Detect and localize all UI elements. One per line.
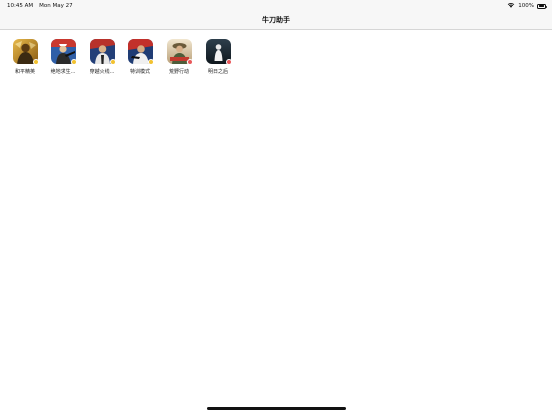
- game-icon-texun[interactable]: [127, 39, 154, 65]
- status-date: Mon May 27: [39, 3, 73, 9]
- app-tile[interactable]: 绝地求生...: [44, 39, 82, 75]
- status-badge: [70, 59, 77, 65]
- app-grid: 和平精英 绝地求生... 穿越火线... 特训模式 荒野行动 明日之后: [0, 39, 552, 79]
- status-badge: [225, 59, 232, 65]
- app-label: 明日之后: [207, 69, 228, 75]
- app-label: 和平精英: [14, 69, 35, 75]
- battery-fill: [538, 5, 545, 7]
- wifi-icon: [507, 2, 515, 10]
- status-badge: [186, 59, 193, 65]
- status-bar: 10:45 AM Mon May 27 100%: [0, 0, 552, 12]
- home-indicator[interactable]: [207, 407, 346, 410]
- page-title: 牛刀助手: [262, 16, 290, 24]
- status-right: 100%: [507, 2, 547, 10]
- game-icon-mingri[interactable]: [205, 39, 232, 65]
- app-tile[interactable]: 明日之后: [199, 39, 237, 75]
- app-tile[interactable]: 特训模式: [121, 39, 159, 75]
- status-left: 10:45 AM Mon May 27: [7, 3, 73, 9]
- game-icon-huangye[interactable]: [166, 39, 193, 65]
- game-icon-juedi[interactable]: [50, 39, 77, 65]
- battery-icon: [537, 3, 547, 9]
- app-label: 绝地求生...: [50, 69, 76, 75]
- app-label: 穿越火线...: [89, 69, 115, 75]
- app-label: 荒野行动: [168, 69, 189, 75]
- game-icon-heping[interactable]: [12, 39, 39, 65]
- status-time: 10:45 AM: [7, 3, 34, 9]
- app-tile[interactable]: 穿越火线...: [83, 39, 121, 75]
- status-badge: [147, 59, 154, 65]
- battery-percent: 100%: [518, 3, 534, 9]
- screen: 10:45 AM Mon May 27 100% 牛刀助手 和平精英 绝地求生.…: [0, 0, 552, 414]
- status-badge: [32, 59, 39, 65]
- app-tile[interactable]: 荒野行动: [160, 39, 198, 75]
- game-icon-chuanyue[interactable]: [89, 39, 116, 65]
- app-tile[interactable]: 和平精英: [6, 39, 44, 75]
- app-label: 特训模式: [129, 69, 150, 75]
- navigation-bar: 牛刀助手: [0, 12, 552, 30]
- status-badge: [109, 59, 116, 65]
